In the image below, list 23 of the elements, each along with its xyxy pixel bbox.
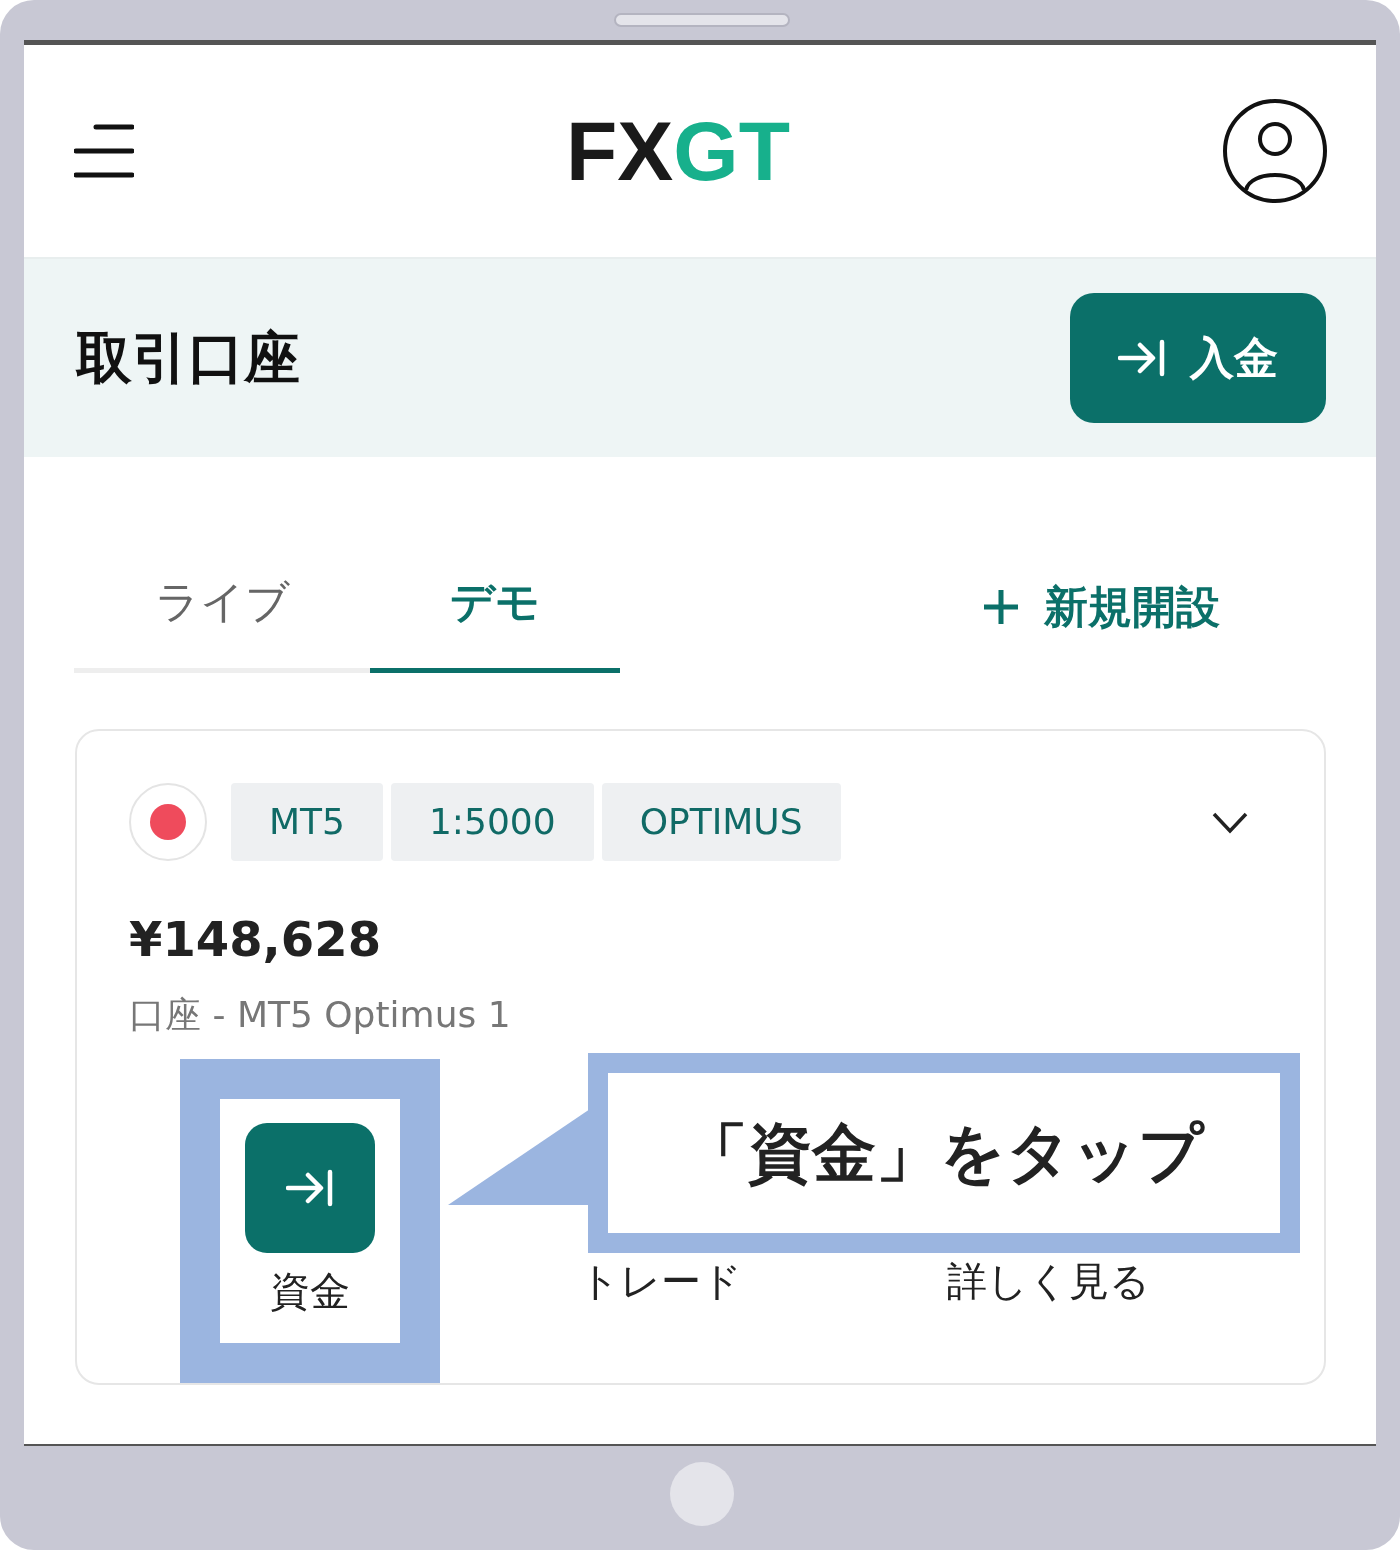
funds-button[interactable]: [245, 1123, 375, 1253]
menu-icon[interactable]: [74, 124, 134, 178]
chevron-icon[interactable]: [1212, 811, 1248, 834]
deposit-button[interactable]: 入金: [1070, 293, 1326, 423]
arrow-to-bar-icon: [1118, 339, 1166, 377]
tab[interactable]: デモ: [370, 569, 620, 673]
new-account-link[interactable]: 新規開設: [976, 573, 1226, 641]
plus-icon: [982, 588, 1020, 626]
account-name: 口座 - MT5 Optimus 1: [129, 992, 512, 1037]
logo: FXGT: [566, 104, 790, 198]
user-icon[interactable]: [1222, 98, 1328, 204]
page-title: 取引口座: [76, 324, 300, 392]
action-label[interactable]: 資金: [270, 1269, 350, 1313]
action-label[interactable]: 詳しく見る: [946, 1259, 1150, 1303]
tag: OPTIMUS: [601, 783, 841, 861]
callout-text: 「資金」をタップ: [684, 1115, 1204, 1192]
tag: 1:5000: [390, 783, 594, 861]
action-label[interactable]: トレード: [578, 1259, 742, 1303]
tab[interactable]: ライブ: [74, 569, 370, 673]
balance: ¥148,628: [129, 913, 383, 966]
arrow-to-bar-icon: [286, 1169, 334, 1207]
status-dot: [150, 804, 186, 840]
tag: MT5: [231, 783, 383, 861]
